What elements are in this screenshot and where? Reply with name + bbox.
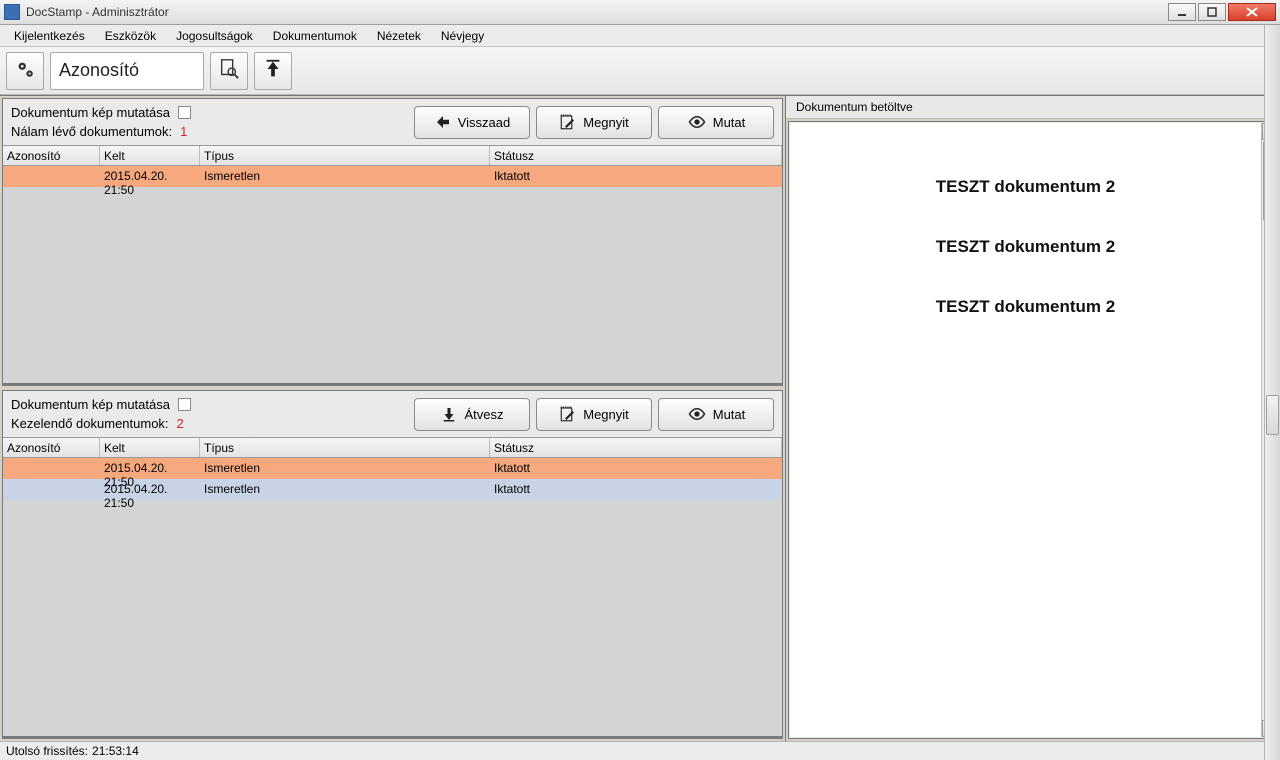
return-icon <box>434 113 452 131</box>
document-preview-panel: Dokumentum betöltve TESZT dokumentum 2 T… <box>786 96 1280 741</box>
col-kelt-header[interactable]: Kelt <box>100 146 200 165</box>
show-image-label: Dokumentum kép mutatása <box>11 105 170 120</box>
cell-kelt: 2015.04.20. 21:50 <box>100 458 200 479</box>
show-button-label: Mutat <box>713 407 746 422</box>
col-status-header[interactable]: Státusz <box>490 438 782 457</box>
download-icon <box>440 405 458 423</box>
my-documents-panel: Dokumentum kép mutatása Nálam lévő dokum… <box>2 98 783 386</box>
menu-documents[interactable]: Dokumentumok <box>263 25 367 46</box>
last-refresh-value: 21:53:14 <box>92 744 139 758</box>
my-docs-count-value: 1 <box>180 124 187 139</box>
window-titlebar: DocStamp - Adminisztrátor <box>0 0 1280 25</box>
menu-about[interactable]: Névjegy <box>431 25 494 46</box>
window-scrollbar[interactable] <box>1264 25 1280 760</box>
table-row[interactable]: 2015.04.20. 21:50 Ismeretlen Iktatott <box>3 458 782 479</box>
col-id-header[interactable]: Azonosító <box>3 146 100 165</box>
window-maximize-button[interactable] <box>1198 3 1226 21</box>
show-image-checkbox[interactable] <box>178 398 191 411</box>
open-button-label: Megnyit <box>583 407 629 422</box>
grid-body: 2015.04.20. 21:50 Ismeretlen Iktatott <box>3 166 782 385</box>
open-button[interactable]: Megnyit <box>536 106 652 139</box>
my-docs-count-label: Nálam lévő dokumentumok: <box>11 124 172 139</box>
show-button[interactable]: Mutat <box>658 398 774 431</box>
cell-status: Iktatott <box>490 458 782 479</box>
my-documents-grid[interactable]: Azonosító Kelt Típus Státusz 2015.04.20.… <box>3 145 782 385</box>
grid-header: Azonosító Kelt Típus Státusz <box>3 146 782 166</box>
document-search-button[interactable] <box>210 52 248 90</box>
pending-documents-grid[interactable]: Azonosító Kelt Típus Státusz 2015.04.20.… <box>3 437 782 738</box>
show-button[interactable]: Mutat <box>658 106 774 139</box>
col-status-header[interactable]: Státusz <box>490 146 782 165</box>
menu-logout[interactable]: Kijelentkezés <box>4 25 95 46</box>
page-magnifier-icon <box>218 58 240 83</box>
cell-tipus: Ismeretlen <box>200 479 490 500</box>
settings-button[interactable] <box>6 52 44 90</box>
identifier-search-input[interactable] <box>50 52 204 90</box>
col-kelt-header[interactable]: Kelt <box>100 438 200 457</box>
cell-tipus: Ismeretlen <box>200 458 490 479</box>
show-button-label: Mutat <box>713 115 746 130</box>
show-image-checkbox[interactable] <box>178 106 191 119</box>
window-title: DocStamp - Adminisztrátor <box>26 5 169 19</box>
preview-text-line: TESZT dokumentum 2 <box>936 177 1115 197</box>
menu-bar: Kijelentkezés Eszközök Jogosultságok Dok… <box>0 25 1280 47</box>
upload-button[interactable] <box>254 52 292 90</box>
table-row[interactable]: 2015.04.20. 21:50 Ismeretlen Iktatott <box>3 166 782 187</box>
cell-tipus: Ismeretlen <box>200 166 490 187</box>
take-button[interactable]: Átvesz <box>414 398 530 431</box>
pending-count-value: 2 <box>177 416 184 431</box>
window-close-button[interactable] <box>1228 3 1276 21</box>
gears-icon <box>14 58 36 83</box>
cell-id <box>3 458 100 479</box>
col-tipus-header[interactable]: Típus <box>200 438 490 457</box>
last-refresh-label: Utolsó frissítés: <box>6 744 88 758</box>
menu-permissions[interactable]: Jogosultságok <box>166 25 263 46</box>
toolbar <box>0 47 1280 95</box>
pending-count-label: Kezelendő dokumentumok: <box>11 416 169 431</box>
open-button-label: Megnyit <box>583 115 629 130</box>
return-button-label: Visszaad <box>458 115 511 130</box>
cell-status: Iktatott <box>490 166 782 187</box>
pending-documents-panel: Dokumentum kép mutatása Kezelendő dokume… <box>2 390 783 739</box>
col-tipus-header[interactable]: Típus <box>200 146 490 165</box>
cell-id <box>3 166 100 187</box>
open-button[interactable]: Megnyit <box>536 398 652 431</box>
col-id-header[interactable]: Azonosító <box>3 438 100 457</box>
cell-kelt: 2015.04.20. 21:50 <box>100 479 200 500</box>
grid-header: Azonosító Kelt Típus Státusz <box>3 438 782 458</box>
return-button[interactable]: Visszaad <box>414 106 530 139</box>
eye-icon <box>687 405 707 423</box>
take-button-label: Átvesz <box>464 407 503 422</box>
show-image-label: Dokumentum kép mutatása <box>11 397 170 412</box>
window-minimize-button[interactable] <box>1168 3 1196 21</box>
table-row[interactable]: 2015.04.20. 21:50 Ismeretlen Iktatott <box>3 479 782 500</box>
menu-views[interactable]: Nézetek <box>367 25 431 46</box>
upload-icon <box>262 58 284 83</box>
preview-text-line: TESZT dokumentum 2 <box>936 237 1115 257</box>
grid-body: 2015.04.20. 21:50 Ismeretlen Iktatott 20… <box>3 458 782 738</box>
cell-id <box>3 479 100 500</box>
menu-tools[interactable]: Eszközök <box>95 25 166 46</box>
preview-text-line: TESZT dokumentum 2 <box>936 297 1115 317</box>
cell-kelt: 2015.04.20. 21:50 <box>100 166 200 187</box>
preview-status-label: Dokumentum betöltve <box>786 96 1280 119</box>
document-preview-viewport[interactable]: TESZT dokumentum 2 TESZT dokumentum 2 TE… <box>790 123 1261 737</box>
app-icon <box>4 4 20 20</box>
scrollbar-thumb[interactable] <box>1266 395 1279 435</box>
notepad-edit-icon <box>559 113 577 131</box>
status-bar: Utolsó frissítés: 21:53:14 <box>0 741 1280 760</box>
notepad-edit-icon <box>559 405 577 423</box>
eye-icon <box>687 113 707 131</box>
cell-status: Iktatott <box>490 479 782 500</box>
